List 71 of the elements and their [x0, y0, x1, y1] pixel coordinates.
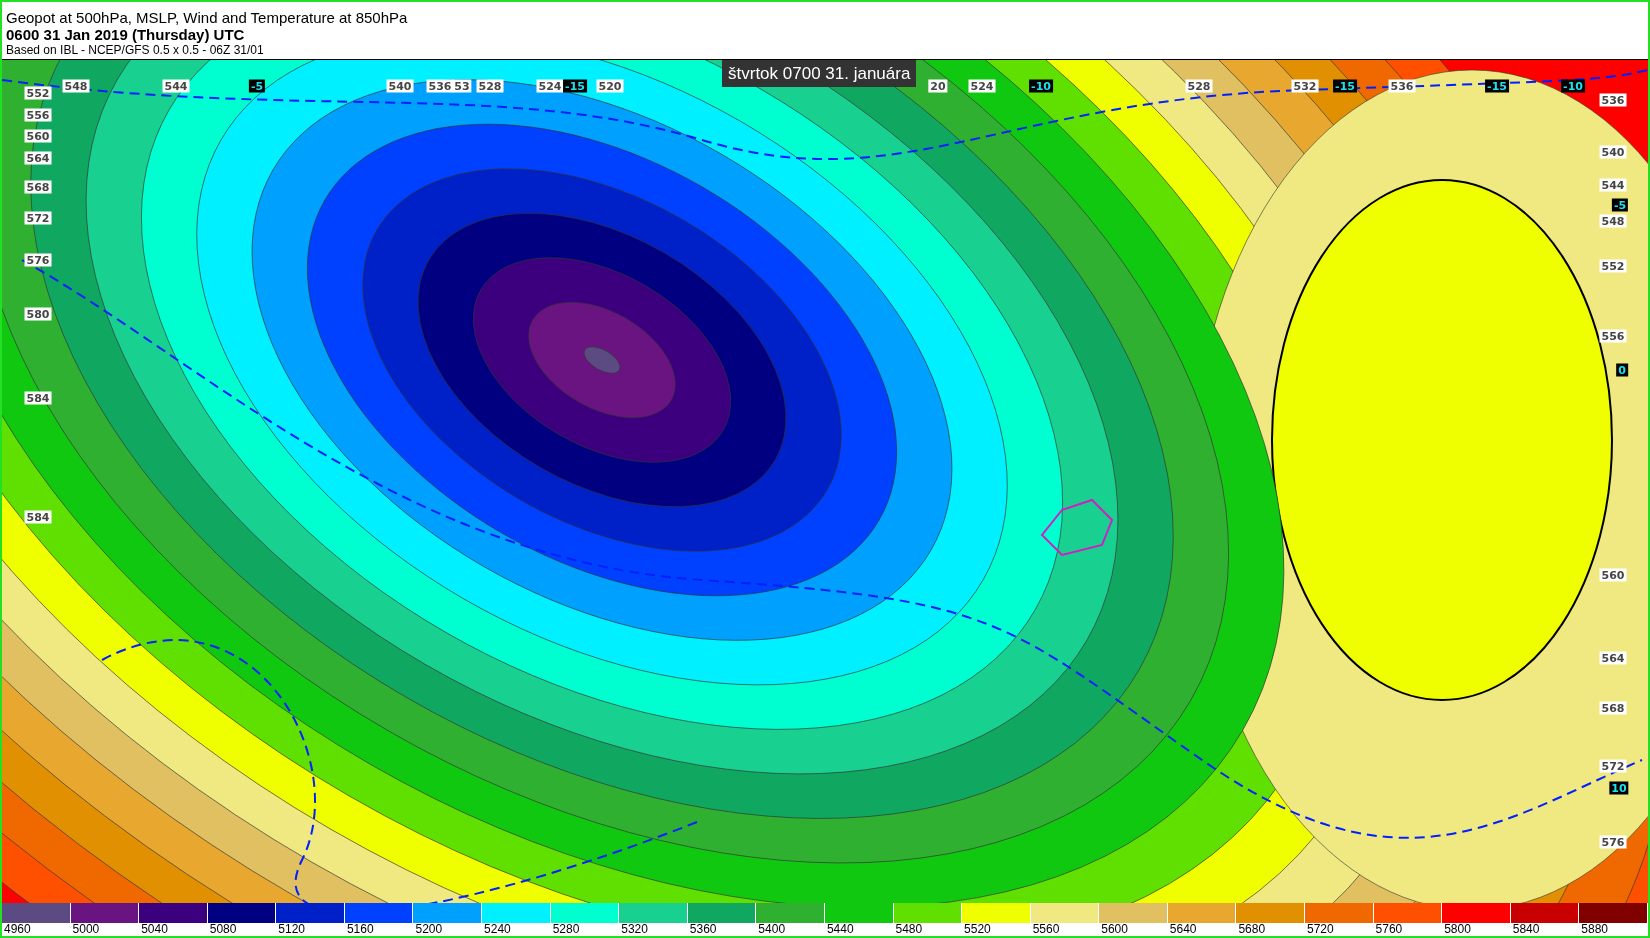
legend-label: 5080 [208, 923, 238, 936]
contour-label: 572 [24, 211, 52, 225]
legend-label: 5280 [551, 923, 581, 936]
legend-label: 5320 [620, 923, 649, 936]
legend-label: 5440 [825, 923, 855, 936]
legend-label: 5880 [1580, 923, 1609, 936]
contour-label: 556 [24, 108, 52, 122]
legend-label: 5600 [1100, 923, 1129, 936]
contour-label: 584 [24, 510, 52, 524]
contour-label: 20 [928, 79, 948, 93]
contour-label: 548 [62, 79, 90, 93]
legend-label: 5520 [963, 923, 992, 936]
legend-label: 5360 [688, 923, 718, 936]
contour-label: 576 [24, 253, 52, 267]
contour-label: 564 [24, 151, 52, 165]
contour-label: 532 [1291, 79, 1319, 93]
legend-label: 5560 [1031, 923, 1061, 936]
temperature-label: 10 [1609, 781, 1629, 795]
legend-label: 5400 [757, 923, 787, 936]
contour-label: 536 [1599, 93, 1627, 107]
contour-label: 564 [1599, 651, 1627, 665]
time-tooltip: štvrtok 0700 31. januára [722, 60, 917, 87]
temperature-label: -5 [1611, 198, 1629, 212]
temperature-label: -15 [1333, 79, 1357, 93]
contour-label: 536 [1388, 79, 1416, 93]
legend-label: 5840 [1511, 923, 1541, 936]
contour-label: 568 [24, 180, 52, 194]
temperature-label: -10 [1029, 79, 1053, 93]
contour-label: 548 [1599, 214, 1627, 228]
contour-label: 53 [452, 79, 472, 93]
temperature-label: -15 [1485, 79, 1509, 93]
legend-label: 5720 [1306, 923, 1335, 936]
contour-label: 584 [24, 391, 52, 405]
legend-label: 5160 [345, 923, 375, 936]
legend-label: 5640 [1168, 923, 1198, 936]
legend-label: 5120 [277, 923, 306, 936]
legend-label: 5680 [1237, 923, 1267, 936]
contour-label: 520 [596, 79, 624, 93]
contour-label: 552 [24, 86, 52, 100]
legend-label: 5000 [71, 923, 101, 936]
contour-label: 556 [1599, 329, 1627, 343]
legend-label: 5040 [140, 923, 169, 936]
contour-label: 544 [162, 79, 190, 93]
contour-label: 540 [1599, 145, 1627, 159]
contour-label: 552 [1599, 259, 1627, 273]
legend-label: 5240 [483, 923, 512, 936]
temperature-label: 0 [1616, 363, 1628, 377]
contour-label: 560 [24, 129, 52, 143]
contour-label: 560 [1599, 568, 1627, 582]
contour-label: 528 [476, 79, 504, 93]
contour-label: 524 [968, 79, 996, 93]
legend-label: 4960 [3, 923, 32, 936]
contour-label: 544 [1599, 178, 1627, 192]
legend-label: 5800 [1443, 923, 1472, 936]
contour-label: 572 [1599, 759, 1627, 773]
temperature-label: -5 [248, 79, 266, 93]
contour-label: 568 [1599, 701, 1627, 715]
legend-label: 5200 [414, 923, 444, 936]
chart-title: Geopot at 500hPa, MSLP, Wind and Temperature at 850hPa [6, 9, 409, 26]
temperature-label: -10 [1561, 79, 1585, 93]
legend-label: 5480 [894, 923, 924, 936]
contour-label: 536 [426, 79, 454, 93]
contour-label: 576 [1599, 835, 1627, 849]
contour-label: 528 [1185, 79, 1213, 93]
contour-label: 524 [536, 79, 564, 93]
contour-label: 540 [386, 79, 414, 93]
legend-label: 5760 [1374, 923, 1404, 936]
contour-label: 580 [24, 307, 52, 321]
temperature-label: -15 [563, 79, 587, 93]
valid-time: 0600 31 Jan 2019 (Thursday) UTC [6, 26, 246, 43]
data-source: Based on IBL - NCEP/GFS 0.5 x 0.5 - 06Z 31/01 [6, 43, 265, 58]
